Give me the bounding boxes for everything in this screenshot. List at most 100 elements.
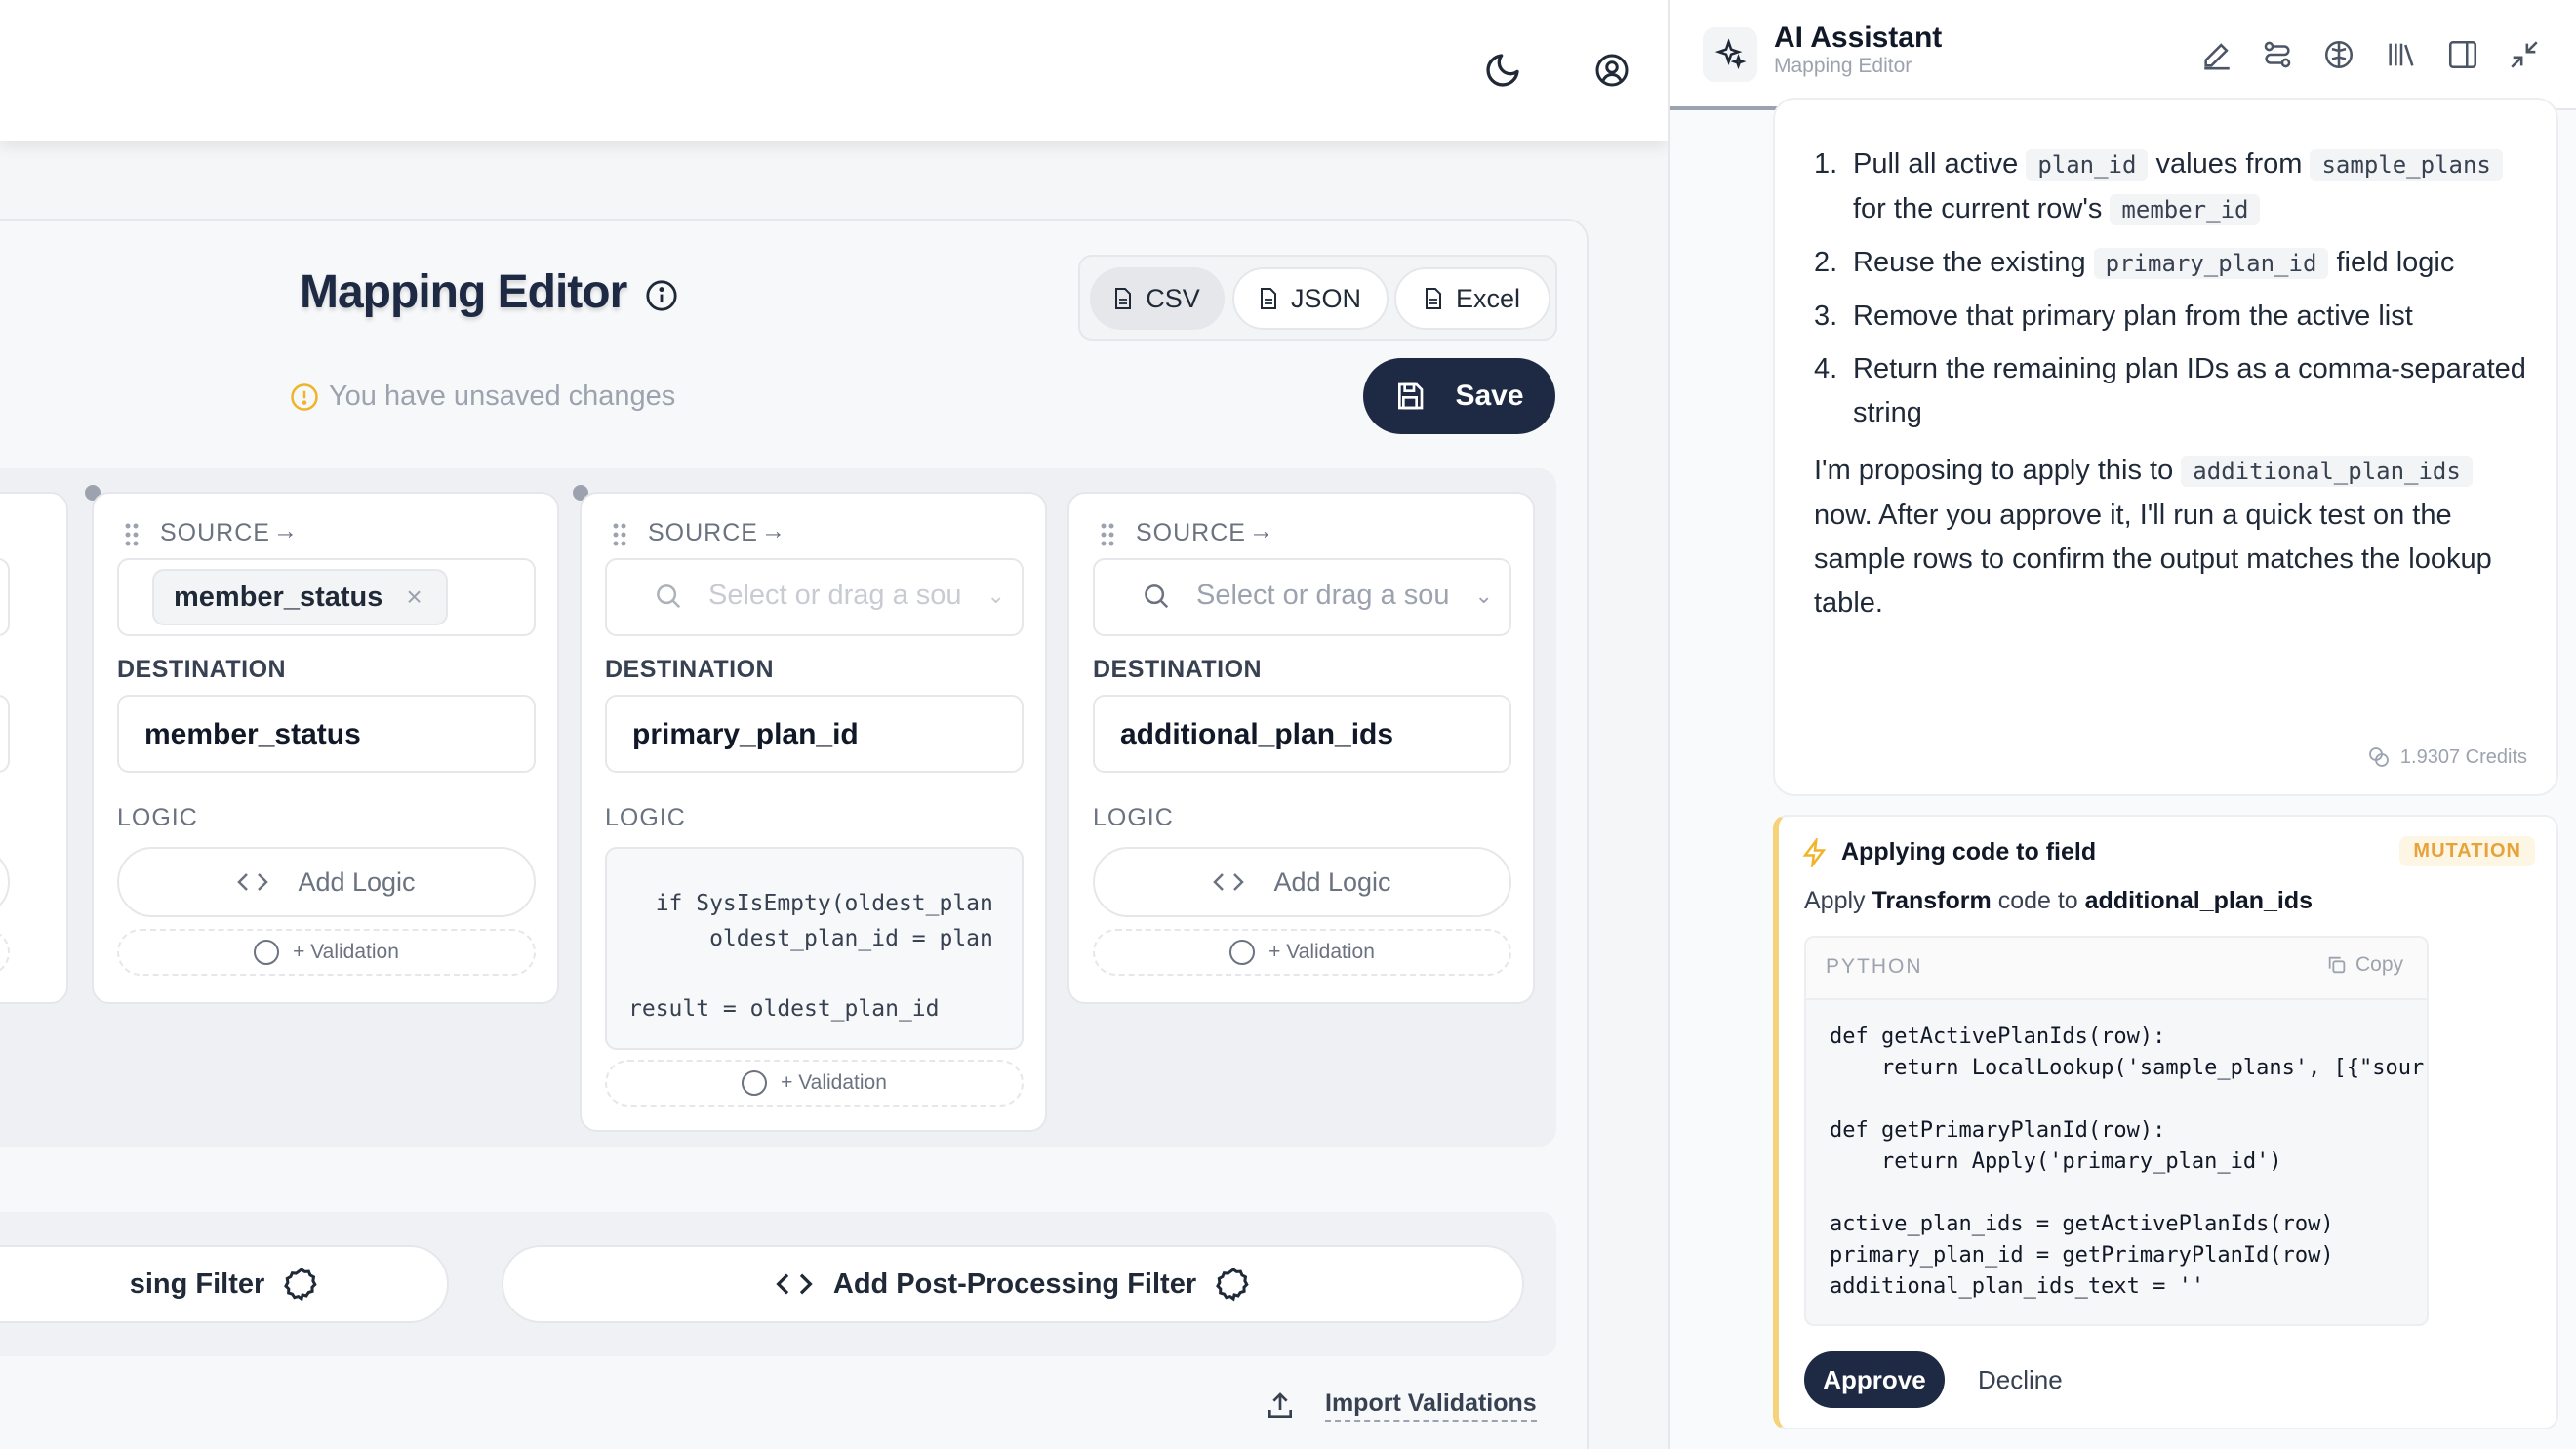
validation-label: + Validation xyxy=(293,941,399,963)
format-excel-button[interactable]: Excel xyxy=(1394,267,1550,330)
brain-icon[interactable] xyxy=(2319,35,2358,74)
source-select-placeholder: Select or drag a sou ⌄ xyxy=(1142,580,1493,612)
logic-code-preview[interactable]: if SysIsEmpty(oldest_plan oldest_plan_id… xyxy=(605,847,1024,1050)
step-number: 4. xyxy=(1814,353,1838,384)
drag-handle-icon[interactable] xyxy=(1101,523,1114,546)
sparkle-icon xyxy=(1703,27,1757,82)
unsaved-text: You have unsaved changes xyxy=(329,381,676,412)
step-text: Return the remaining plan IDs as a comma… xyxy=(1853,353,2526,428)
source-label: SOURCE xyxy=(648,519,758,546)
source-chip-label: member_status xyxy=(174,581,383,613)
page-title: Mapping Editor xyxy=(300,266,627,318)
code-language: PYTHON xyxy=(1826,955,1923,978)
close-icon[interactable]: × xyxy=(406,582,422,613)
source-field[interactable] xyxy=(0,558,10,636)
decline-button[interactable]: Decline xyxy=(1978,1351,2063,1408)
desc-text-strong: additional_plan_ids xyxy=(2084,887,2314,914)
destination-label: DESTINATION xyxy=(117,656,287,683)
destination-field[interactable]: additional_plan_ids xyxy=(1093,695,1511,773)
format-label: JSON xyxy=(1290,283,1361,313)
code-brackets-icon xyxy=(776,1273,813,1295)
inline-code: additional_plan_ids xyxy=(2181,456,2473,487)
drag-handle-icon[interactable] xyxy=(613,523,626,546)
copy-label: Copy xyxy=(2355,953,2403,976)
unsaved-notice: You have unsaved changes xyxy=(290,381,675,413)
assistant-message: 1. Pull all active plan_id values from sa… xyxy=(1773,98,2558,796)
coins-icon xyxy=(2369,747,2389,767)
pre-processing-filter-button[interactable]: sing Filter xyxy=(0,1245,449,1323)
post-processing-filter-button[interactable]: Add Post-Processing Filter xyxy=(502,1245,1524,1323)
chevron-down-icon: ⌄ xyxy=(1474,583,1493,608)
step-text: for the current row's xyxy=(1853,193,2111,224)
step-text: Remove that primary plan from the active… xyxy=(1853,301,2413,332)
destination-value: additional_plan_ids xyxy=(1120,718,1394,750)
step-text: field logic xyxy=(2328,247,2455,278)
add-validation-button[interactable]: + Validation xyxy=(117,929,536,976)
validation-label: + Validation xyxy=(781,1071,887,1094)
library-icon[interactable] xyxy=(2382,35,2421,74)
workflow-icon[interactable] xyxy=(2258,35,2297,74)
search-icon xyxy=(1145,584,1169,608)
step-number: 2. xyxy=(1814,247,1838,278)
circle-icon xyxy=(1229,940,1256,965)
destination-field[interactable]: member_status xyxy=(117,695,536,773)
search-icon xyxy=(657,584,681,608)
format-csv-button[interactable]: CSV xyxy=(1090,267,1225,330)
save-label: Save xyxy=(1455,380,1524,412)
add-validation-button[interactable]: + Validation xyxy=(605,1060,1024,1107)
copy-button[interactable]: Copy xyxy=(2326,953,2403,977)
inline-code: primary_plan_id xyxy=(2093,248,2329,279)
destination-field[interactable]: primary_plan_id xyxy=(605,695,1024,773)
app-root: Mapping Editor CSV JSON Excel You have u… xyxy=(0,0,2576,1449)
desc-text-strong: Transform xyxy=(1872,887,1992,914)
mapping-card: SOURCE → Select or drag a sou ⌄ DESTINAT… xyxy=(580,492,1047,1132)
format-label: Excel xyxy=(1455,283,1521,313)
logic-label: LOGIC xyxy=(1093,804,1174,831)
add-logic-button[interactable] xyxy=(0,847,10,917)
paragraph-text: now. After you approve it, I'll run a qu… xyxy=(1814,500,2492,619)
step-number: 3. xyxy=(1814,301,1838,332)
source-field[interactable]: member_status × xyxy=(117,558,536,636)
minimize-icon[interactable] xyxy=(2505,35,2544,74)
message-paragraph: I'm proposing to apply this to additiona… xyxy=(1814,449,2536,625)
destination-field[interactable] xyxy=(0,695,10,773)
list-item: 1. Pull all active plan_id values from sa… xyxy=(1814,142,2536,232)
desc-text: code to xyxy=(1991,887,2085,914)
circle-icon xyxy=(742,1070,768,1096)
source-select[interactable]: Select or drag a sou ⌄ xyxy=(605,558,1024,636)
source-label: SOURCE xyxy=(1136,519,1246,546)
validation-label: + Validation xyxy=(1268,941,1375,963)
add-logic-button[interactable]: Add Logic xyxy=(1093,847,1511,917)
export-format-group: CSV JSON Excel xyxy=(1078,255,1557,341)
approve-button[interactable]: Approve xyxy=(1804,1351,1945,1408)
add-validation-button[interactable]: + Validation xyxy=(1093,929,1511,976)
settings-badge-icon xyxy=(1216,1268,1249,1302)
sidebar-panel-icon[interactable] xyxy=(2443,35,2482,74)
info-icon[interactable] xyxy=(645,279,678,317)
list-item: 3. Remove that primary plan from the acti… xyxy=(1814,295,2536,339)
add-logic-button[interactable]: Add Logic xyxy=(117,847,536,917)
add-logic-label: Add Logic xyxy=(1273,866,1391,897)
user-circle-icon[interactable] xyxy=(1585,43,1639,98)
arrow-right-icon: → xyxy=(273,517,299,544)
mutation-badge: MUTATION xyxy=(2399,836,2535,866)
top-bar xyxy=(0,0,1668,141)
code-brackets-icon xyxy=(237,873,269,891)
import-validations-link[interactable]: Import Validations xyxy=(1265,1389,1537,1422)
format-json-button[interactable]: JSON xyxy=(1232,267,1389,330)
drag-handle-icon[interactable] xyxy=(125,523,139,546)
file-icon xyxy=(1260,288,1276,309)
destination-value: member_status xyxy=(144,718,361,750)
save-button[interactable]: Save xyxy=(1363,358,1555,434)
main-area: Mapping Editor CSV JSON Excel You have u… xyxy=(0,0,1668,1449)
lightning-icon xyxy=(1802,838,1827,867)
floppy-icon xyxy=(1398,382,1424,410)
mutation-title: Applying code to field xyxy=(1841,838,2097,865)
add-validation-button[interactable] xyxy=(0,929,10,976)
moon-icon[interactable] xyxy=(1475,43,1530,98)
pencil-icon[interactable] xyxy=(2197,35,2236,74)
desc-text: Apply xyxy=(1804,887,1872,914)
source-chip[interactable]: member_status × xyxy=(152,569,448,625)
source-select[interactable]: Select or drag a sou ⌄ xyxy=(1093,558,1511,636)
code-block: PYTHON Copy def getActivePlanIds(row): r… xyxy=(1804,936,2429,1365)
